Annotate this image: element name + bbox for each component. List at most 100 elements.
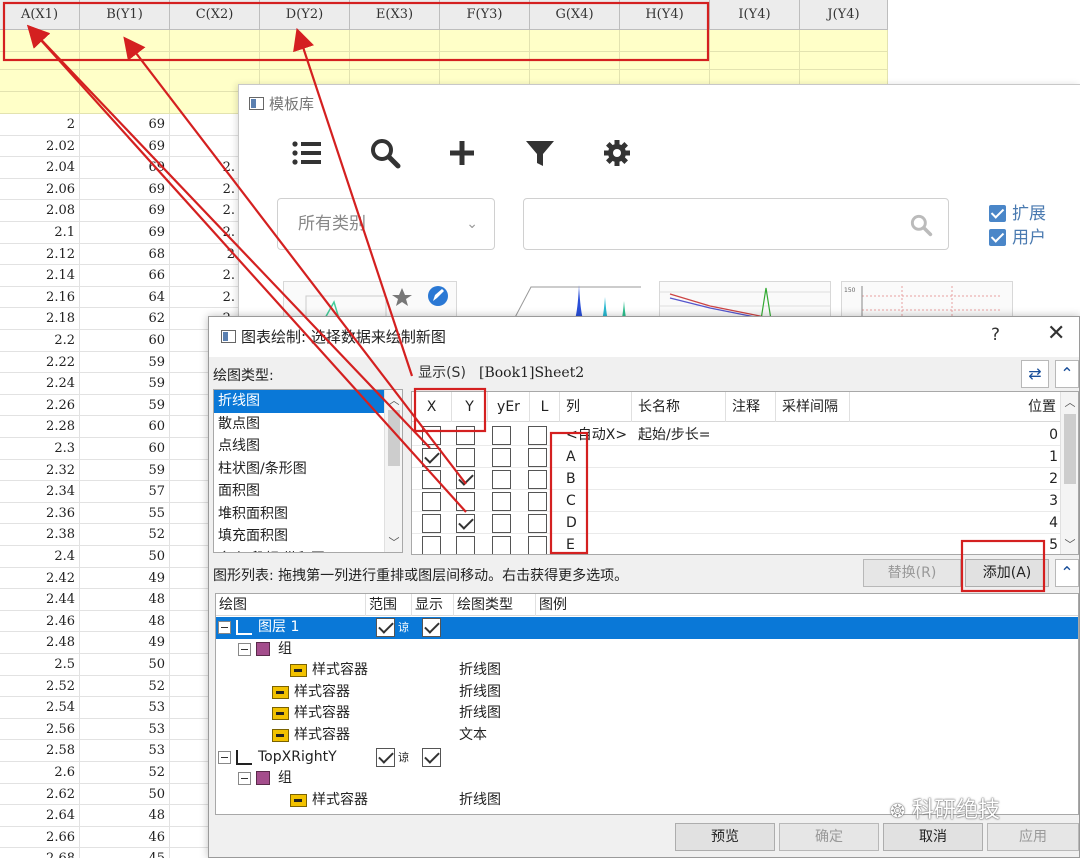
cell-c[interactable]: [170, 135, 240, 158]
yerr-checkbox[interactable]: [492, 448, 511, 467]
cell-c[interactable]: 2.: [170, 200, 240, 222]
meta-cell[interactable]: [440, 52, 530, 69]
column-header[interactable]: H(Y4): [620, 0, 710, 30]
meta-cell[interactable]: [620, 30, 710, 51]
column-grid-header-cell[interactable]: L: [530, 392, 560, 422]
cell-a[interactable]: 2.6: [0, 762, 80, 784]
plot-list-header-cell[interactable]: 绘图类型: [454, 594, 536, 616]
meta-cell[interactable]: [80, 92, 170, 113]
cell-b[interactable]: 59: [80, 394, 170, 417]
user-checkbox[interactable]: 用户: [989, 223, 1080, 248]
column-header[interactable]: J(Y4): [800, 0, 888, 30]
cell-c[interactable]: 2: [170, 243, 240, 266]
cell-b[interactable]: 69: [80, 135, 170, 158]
plot-type-item[interactable]: 面积图: [214, 480, 402, 503]
cell-a[interactable]: 2.1: [0, 222, 80, 244]
gear-icon[interactable]: [599, 135, 635, 171]
l-checkbox[interactable]: [528, 426, 547, 445]
column-header[interactable]: A(X1): [0, 0, 80, 30]
column-header[interactable]: I(Y4): [710, 0, 800, 30]
cell-b[interactable]: 64: [80, 286, 170, 309]
l-checkbox[interactable]: [528, 536, 547, 554]
cell-a[interactable]: 2.26: [0, 394, 80, 417]
meta-cell[interactable]: [710, 52, 800, 69]
column-grid-header-cell[interactable]: 列: [560, 392, 632, 422]
show-checkbox[interactable]: [422, 618, 441, 637]
meta-cell[interactable]: [440, 30, 530, 51]
cell-a[interactable]: 2.64: [0, 805, 80, 827]
plot-list-row[interactable]: 组: [216, 768, 1078, 790]
cell-a[interactable]: 2.38: [0, 524, 80, 546]
cell-a[interactable]: 2.02: [0, 135, 80, 158]
plot-list-header-cell[interactable]: 图例: [536, 594, 1078, 616]
plot-type-item[interactable]: 点线图: [214, 435, 402, 458]
column-grid-header-cell[interactable]: yEr: [488, 392, 530, 422]
cell-b[interactable]: 53: [80, 740, 170, 762]
y-checkbox[interactable]: [456, 514, 475, 533]
x-checkbox[interactable]: [422, 426, 441, 445]
column-grid-header-cell[interactable]: 长名称: [632, 392, 726, 422]
l-checkbox[interactable]: [528, 470, 547, 489]
column-header[interactable]: D(Y2): [260, 0, 350, 30]
cell-a[interactable]: 2.54: [0, 697, 80, 719]
cell-a[interactable]: 2.22: [0, 351, 80, 374]
cell-a[interactable]: 2.66: [0, 826, 80, 849]
cell-a[interactable]: 2.56: [0, 718, 80, 741]
cell-b[interactable]: 50: [80, 654, 170, 676]
cell-b[interactable]: 59: [80, 459, 170, 482]
cell-c[interactable]: [170, 114, 240, 136]
cell-a[interactable]: 2.18: [0, 308, 80, 330]
scroll-thumb[interactable]: [1064, 414, 1076, 484]
sheet-meta-row-longname[interactable]: [0, 30, 888, 52]
meta-cell[interactable]: [800, 52, 888, 69]
y-checkbox[interactable]: [456, 536, 475, 554]
x-checkbox[interactable]: [422, 492, 441, 511]
cell-b[interactable]: 53: [80, 718, 170, 741]
plot-list-row[interactable]: 样式容器 文本: [216, 725, 1078, 747]
scroll-up-icon[interactable]: ︿: [1061, 394, 1078, 410]
x-checkbox[interactable]: [422, 448, 441, 467]
cell-a[interactable]: 2: [0, 114, 80, 136]
column-row[interactable]: E5: [412, 534, 1062, 554]
cell-a[interactable]: 2.5: [0, 654, 80, 676]
cell-b[interactable]: 53: [80, 697, 170, 719]
cell-b[interactable]: 48: [80, 589, 170, 611]
cell-a[interactable]: 2.28: [0, 416, 80, 438]
dialog-titlebar[interactable]: 图表绘制: 选择数据来绘制新图 ? ✕: [209, 317, 1079, 357]
cell-b[interactable]: 50: [80, 783, 170, 806]
plot-list-row[interactable]: 样式容器 折线图: [216, 682, 1078, 704]
cell-b[interactable]: 45: [80, 848, 170, 858]
meta-cell[interactable]: [170, 30, 260, 51]
y-checkbox[interactable]: [456, 448, 475, 467]
meta-cell[interactable]: [350, 30, 440, 51]
column-header[interactable]: F(Y3): [440, 0, 530, 30]
range-checkbox[interactable]: [376, 618, 395, 637]
collapse-icon[interactable]: [238, 642, 251, 656]
column-grid-header-cell[interactable]: 位置: [850, 392, 1062, 422]
cell-a[interactable]: 2.06: [0, 178, 80, 201]
cell-b[interactable]: 48: [80, 610, 170, 633]
template-search-input[interactable]: [523, 198, 949, 250]
cell-b[interactable]: 69: [80, 178, 170, 201]
replace-button[interactable]: 替换(R): [863, 559, 961, 587]
l-checkbox[interactable]: [528, 492, 547, 511]
cell-b[interactable]: 69: [80, 157, 170, 179]
cell-b[interactable]: 69: [80, 114, 170, 136]
y-checkbox[interactable]: [456, 426, 475, 445]
column-grid-header-cell[interactable]: 采样间隔: [776, 392, 850, 422]
list-icon[interactable]: [289, 135, 325, 171]
plot-list-row[interactable]: 图层 1 谅: [216, 617, 1078, 639]
cell-a[interactable]: 2.14: [0, 265, 80, 287]
cell-a[interactable]: 2.48: [0, 632, 80, 654]
meta-cell[interactable]: [0, 92, 80, 113]
yerr-checkbox[interactable]: [492, 470, 511, 489]
cell-c[interactable]: 2.: [170, 222, 240, 244]
yerr-checkbox[interactable]: [492, 426, 511, 445]
plot-list-row[interactable]: TopXRightY 谅: [216, 747, 1078, 769]
cell-a[interactable]: 2.52: [0, 675, 80, 698]
yerr-checkbox[interactable]: [492, 514, 511, 533]
x-checkbox[interactable]: [422, 470, 441, 489]
cell-b[interactable]: 46: [80, 826, 170, 849]
meta-cell[interactable]: [80, 52, 170, 69]
cell-a[interactable]: 2.42: [0, 567, 80, 590]
